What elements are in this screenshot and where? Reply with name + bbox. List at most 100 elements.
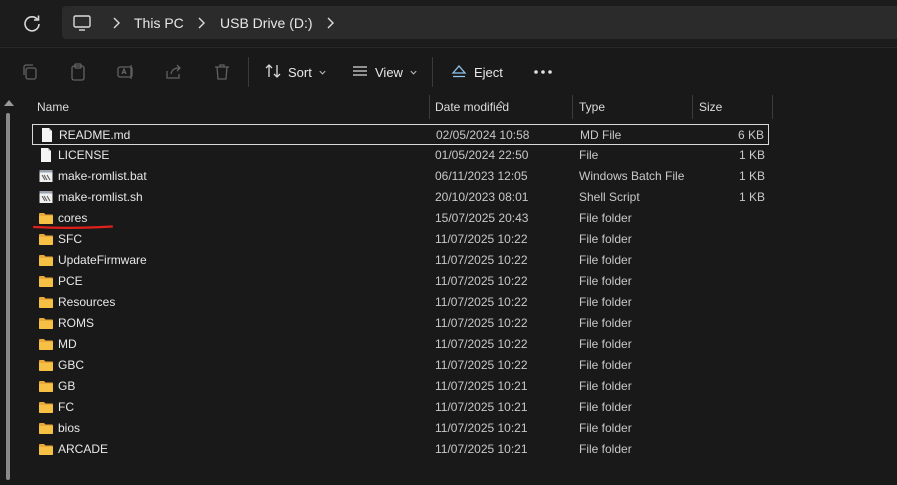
file-name: README.md (59, 128, 131, 142)
copy-icon[interactable] (20, 62, 40, 82)
file-date-modified: 11/07/2025 10:21 (435, 421, 528, 435)
address-bar[interactable]: This PC USB Drive (D:) (62, 6, 897, 39)
file-type: File folder (579, 295, 632, 309)
file-date-modified: 11/07/2025 10:21 (435, 400, 528, 414)
breadcrumb-this-pc[interactable]: This PC (134, 15, 184, 31)
eject-icon (450, 62, 468, 83)
file-name: Resources (58, 295, 116, 309)
chevron-down-icon (318, 65, 327, 80)
file-name: MD (58, 337, 77, 351)
file-date-modified: 11/07/2025 10:21 (435, 442, 528, 456)
folder-icon (38, 336, 54, 352)
file-row[interactable]: Resources 11/07/2025 10:22 File folder (32, 292, 769, 313)
more-options-icon[interactable] (532, 62, 554, 82)
file-name: PCE (58, 274, 83, 288)
column-divider[interactable] (772, 95, 773, 119)
file-type: File folder (579, 253, 632, 267)
file-type: Shell Script (579, 190, 640, 204)
file-date-modified: 11/07/2025 10:22 (435, 316, 528, 330)
file-type: File folder (579, 232, 632, 246)
file-type: File folder (579, 421, 632, 435)
file-date-modified: 11/07/2025 10:22 (435, 358, 528, 372)
file-type: File folder (579, 211, 632, 225)
column-header-size[interactable]: Size (693, 95, 772, 119)
document-icon (38, 147, 54, 163)
file-row[interactable]: cores 15/07/2025 20:43 File folder (32, 208, 769, 229)
file-name: LICENSE (58, 148, 110, 162)
file-name: ROMS (58, 316, 94, 330)
column-header-type[interactable]: Type (573, 95, 692, 119)
document-icon (39, 127, 55, 143)
scroll-up-icon[interactable] (4, 100, 14, 106)
file-row[interactable]: LICENSE 01/05/2024 22:50 File 1 KB (32, 145, 769, 166)
file-row[interactable]: GBC 11/07/2025 10:22 File folder (32, 355, 769, 376)
folder-icon (38, 378, 54, 394)
file-type: File folder (579, 316, 632, 330)
eject-label: Eject (474, 64, 503, 80)
rename-icon[interactable] (116, 62, 136, 82)
file-date-modified: 11/07/2025 10:21 (435, 379, 528, 393)
address-bar-row: This PC USB Drive (D:) (0, 0, 897, 46)
file-type: File folder (579, 400, 632, 414)
paste-icon[interactable] (68, 62, 88, 82)
file-row[interactable]: MD 11/07/2025 10:22 File folder (32, 334, 769, 355)
file-type: MD File (580, 128, 622, 142)
file-type: File folder (579, 379, 632, 393)
file-type: Windows Batch File (579, 169, 685, 183)
column-header-date-modified[interactable]: Date modified (430, 95, 572, 119)
folder-icon (38, 441, 54, 457)
delete-icon[interactable] (212, 62, 232, 82)
file-row[interactable]: ROMS 11/07/2025 10:22 File folder (32, 313, 769, 334)
file-row[interactable]: SFC 11/07/2025 10:22 File folder (32, 229, 769, 250)
file-row[interactable]: GB 11/07/2025 10:21 File folder (32, 376, 769, 397)
file-name: ARCADE (58, 442, 109, 456)
chevron-right-icon[interactable] (195, 16, 207, 30)
folder-icon (38, 294, 54, 310)
file-type: File (579, 148, 599, 162)
chevron-down-icon (409, 65, 418, 80)
file-type: File folder (579, 274, 632, 288)
sort-button[interactable]: Sort (264, 60, 327, 84)
file-date-modified: 15/07/2025 20:43 (435, 211, 529, 225)
scrollbar-thumb[interactable] (6, 113, 10, 480)
breadcrumb-usb-drive[interactable]: USB Drive (D:) (220, 15, 313, 31)
file-name: GB (58, 379, 76, 393)
sort-icon (264, 62, 282, 83)
folder-icon (38, 273, 54, 289)
refresh-icon[interactable] (20, 11, 44, 35)
chevron-right-icon (110, 16, 122, 30)
command-bar: Sort View Eject (0, 47, 897, 96)
chevron-right-icon[interactable] (324, 16, 336, 30)
folder-icon (38, 231, 54, 247)
folder-icon (38, 252, 54, 268)
file-name: FC (58, 400, 74, 414)
file-date-modified: 06/11/2023 12:05 (435, 169, 528, 183)
file-row[interactable]: FC 11/07/2025 10:21 File folder (32, 397, 769, 418)
file-name: make-romlist.bat (58, 169, 147, 183)
file-name: bios (58, 421, 81, 435)
share-icon[interactable] (164, 62, 184, 82)
file-name: SFC (58, 232, 82, 246)
file-type: File folder (579, 358, 632, 372)
sort-label: Sort (288, 64, 312, 80)
file-date-modified: 11/07/2025 10:22 (435, 337, 528, 351)
file-row[interactable]: make-romlist.bat 06/11/2023 12:05 Windows … (32, 166, 769, 187)
folder-icon (38, 315, 54, 331)
file-size: 1 KB (738, 169, 765, 183)
file-row[interactable]: UpdateFirmware 11/07/2025 10:22 File folde… (32, 250, 769, 271)
column-header-name[interactable]: Name (32, 95, 429, 119)
file-row[interactable]: PCE 11/07/2025 10:22 File folder (32, 271, 769, 292)
folder-icon (38, 420, 54, 436)
folder-icon (38, 357, 54, 373)
view-button[interactable]: View (351, 60, 418, 84)
file-size: 6 KB (737, 128, 764, 142)
file-row[interactable]: bios 11/07/2025 10:21 File folder (32, 418, 769, 439)
folder-icon (38, 399, 54, 415)
file-name: cores (58, 211, 88, 225)
file-row[interactable]: README.md 02/05/2024 10:58 MD File 6 KB (32, 124, 769, 145)
file-type: File folder (579, 442, 632, 456)
file-row[interactable]: make-romlist.sh 20/10/2023 08:01 Shell Scr… (32, 187, 769, 208)
file-row[interactable]: ARCADE 11/07/2025 10:21 File folder (32, 439, 769, 460)
vertical-scrollbar[interactable] (0, 95, 18, 485)
eject-button[interactable]: Eject (450, 60, 503, 84)
